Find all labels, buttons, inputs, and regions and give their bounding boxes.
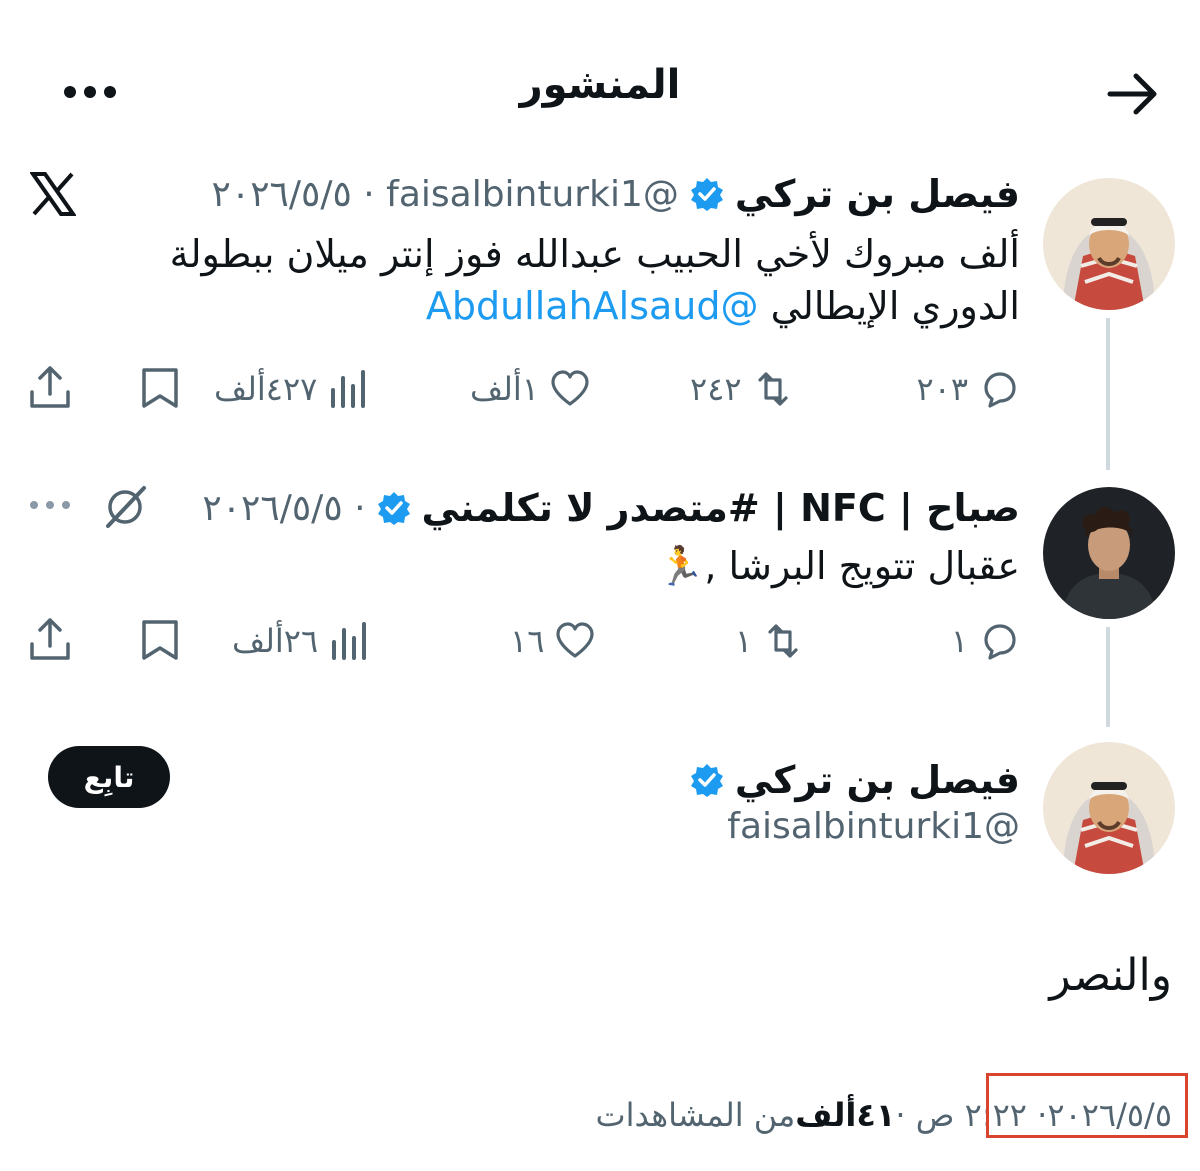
repost-count: ١ xyxy=(735,622,753,660)
tweet-text-line: ألف مبروك لأخي الحبيب عبدالله فوز إنتر م… xyxy=(169,232,1020,276)
views-count: ٢٦ألف xyxy=(232,622,319,660)
like-button[interactable]: ١٦ xyxy=(510,616,596,666)
bookmark-icon[interactable] xyxy=(138,618,182,662)
thread-connector xyxy=(1106,318,1110,470)
tweet-header: فيصل بن تركي @faisalbinturki1 · ٢٠٢٦/٥/٥ xyxy=(212,166,1020,222)
heart-icon xyxy=(551,370,589,406)
tweet-text-line: الدوري الإيطالي @AbdullahAlsaud xyxy=(120,280,1020,332)
tweet-time: · ٢٠٢٦/٥/٥ xyxy=(202,487,366,529)
tweet-header: فيصل بن تركي xyxy=(689,752,1020,808)
tweet-header: صباح | NFC | #متصدر لا تكلمني · ٢٠٢٦/٥/٥ xyxy=(202,480,1020,536)
reply-count: ١ xyxy=(950,622,968,660)
analytics-icon xyxy=(332,622,367,660)
share-icon[interactable] xyxy=(28,364,72,410)
analytics-icon xyxy=(331,370,366,408)
follow-button[interactable]: تابِع xyxy=(48,746,170,808)
x-logo-icon xyxy=(29,172,77,216)
reply-button[interactable]: ٢٠٣ xyxy=(916,364,1020,414)
page-title: المنشور xyxy=(519,62,681,108)
repost-icon xyxy=(757,372,788,406)
handle-and-time: @faisalbinturki1 · ٢٠٢٦/٥/٥ xyxy=(211,173,679,215)
views-button[interactable]: ٤٢٧ألف xyxy=(214,364,369,414)
views-count: ٤٢٧ألف xyxy=(214,370,318,408)
mention-link[interactable]: @AbdullahAlsaud xyxy=(426,284,759,328)
author-name[interactable]: فيصل بن تركي xyxy=(735,758,1020,802)
avatar[interactable] xyxy=(1043,742,1175,874)
back-arrow-icon[interactable] xyxy=(1104,70,1160,118)
author-name[interactable]: صباح | NFC | #متصدر لا تكلمني xyxy=(422,486,1020,530)
author-handle[interactable]: @faisalbinturki1 xyxy=(727,806,1020,847)
tweet-body: عقبال تتويج البرشا ,🏃 xyxy=(657,544,1020,588)
thread-connector xyxy=(1106,627,1110,727)
like-count: ١ألف xyxy=(470,370,539,408)
reply-icon xyxy=(984,624,1016,660)
avatar[interactable] xyxy=(1043,487,1175,619)
repost-button[interactable]: ٢٤٢ xyxy=(690,364,794,414)
tweet-body: ألف مبروك لأخي الحبيب عبدالله فوز إنتر م… xyxy=(120,228,1020,332)
verified-badge-icon xyxy=(689,176,725,212)
views-label: من المشاهدات xyxy=(595,1096,796,1134)
more-options-icon[interactable] xyxy=(60,72,120,112)
reply-count: ٢٠٣ xyxy=(916,370,968,408)
avatar[interactable] xyxy=(1043,178,1175,310)
views-button[interactable]: ٢٦ألف xyxy=(232,616,370,666)
reply-button[interactable]: ١ xyxy=(951,616,1020,666)
repost-icon xyxy=(768,624,798,658)
like-button[interactable]: ١ألف xyxy=(470,364,591,414)
highlight-annotation-box xyxy=(986,1073,1188,1138)
repost-count: ٢٤٢ xyxy=(690,370,742,408)
verified-badge-icon xyxy=(689,762,725,798)
verified-badge-icon xyxy=(376,490,412,526)
reply-icon xyxy=(984,372,1016,408)
repost-button[interactable]: ١ xyxy=(735,616,804,666)
tweet-text: الدوري الإيطالي xyxy=(758,284,1020,328)
grok-icon[interactable] xyxy=(100,482,150,532)
share-icon[interactable] xyxy=(28,616,72,662)
more-options-icon[interactable] xyxy=(26,490,74,520)
views-count: ٤١ألف xyxy=(795,1096,896,1134)
author-name[interactable]: فيصل بن تركي xyxy=(735,172,1020,216)
like-count: ١٦ xyxy=(510,622,545,660)
tweet-text: والنصر xyxy=(1049,950,1172,1001)
heart-icon xyxy=(556,622,594,658)
bookmark-icon[interactable] xyxy=(138,366,182,410)
